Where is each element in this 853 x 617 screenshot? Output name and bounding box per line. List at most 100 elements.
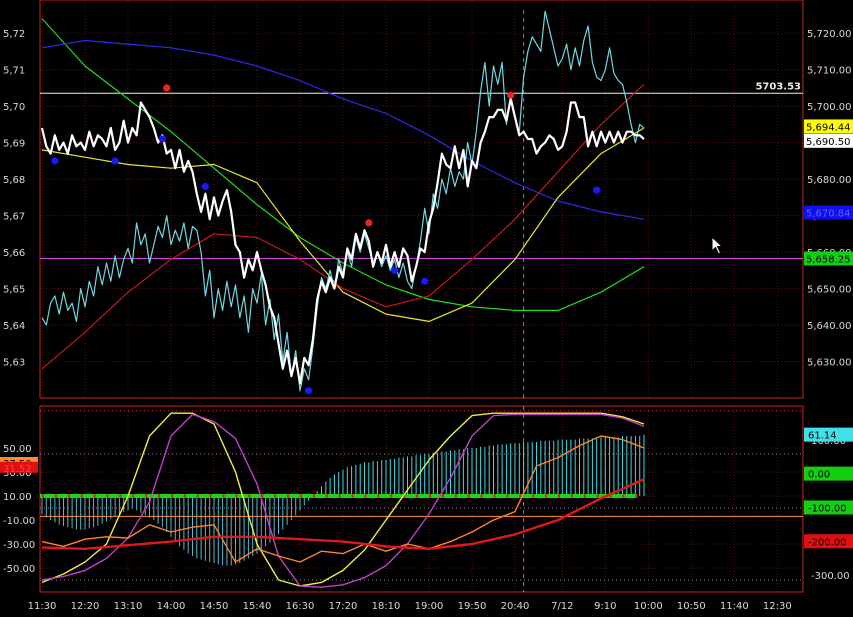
x-axis-tick-label: 17:20: [329, 601, 358, 612]
price-badge-label: 5,670.84: [806, 209, 851, 220]
y-axis-tick-label-left: 5,72: [3, 29, 25, 40]
oscillator-badge-right-label: -100.00: [808, 503, 847, 514]
zero-band-tick: [596, 494, 599, 498]
mouse-cursor-icon: [711, 236, 724, 255]
zero-band-tick: [545, 494, 548, 498]
zero-band-tick: [454, 494, 457, 498]
signal-dot: [391, 266, 399, 274]
zero-band-tick: [119, 494, 122, 498]
price-badge-label: 5,694.44: [806, 122, 851, 133]
x-axis-tick-label: 11:40: [720, 601, 749, 612]
x-axis-tick-label: 12:20: [71, 601, 100, 612]
zero-band-tick: [390, 494, 393, 498]
zero-band-tick: [532, 494, 535, 498]
zero-band-tick: [93, 494, 96, 498]
y-axis-tick-label-right: 5,680.00: [807, 175, 852, 186]
x-axis-tick-label: 9:10: [594, 601, 616, 612]
zero-band-tick: [441, 494, 444, 498]
y-axis-tick-label-left: 5,66: [3, 248, 25, 259]
zero-band-tick: [222, 494, 225, 498]
x-axis-tick-label: 7/12: [551, 601, 573, 612]
trading-chart: 5703.53 5,72 5,71 5,70 5,69 5,68 5,67 5,66 5,65 5…: [0, 0, 853, 613]
zero-band-tick: [80, 494, 83, 498]
chart-canvas: 5703.53 5,72 5,71 5,70 5,69 5,68 5,67 5,66 5,65 5…: [0, 0, 853, 612]
x-axis-tick-label: 14:50: [200, 601, 229, 612]
y-axis-tick-label-right: 5,720.00: [807, 29, 852, 40]
zero-band-tick: [558, 494, 560, 498]
price-badge-label: 5,690.50: [806, 137, 851, 148]
signal-dot: [111, 157, 119, 165]
x-axis-tick-label: 16:30: [286, 601, 315, 612]
zero-band-tick: [287, 494, 290, 498]
signal-dot: [305, 387, 313, 395]
signal-dot: [163, 84, 171, 92]
y-axis-tick-label-left: 5,64: [3, 321, 25, 332]
y-axis-tick-label-right: 5,650.00: [807, 285, 852, 296]
zero-band-tick: [67, 494, 70, 498]
oscillator-tick-label-right: -300.00: [811, 571, 850, 582]
zero-band-tick: [171, 494, 173, 498]
signal-dot: [507, 91, 515, 99]
oscillator-panel-frame: [39, 405, 804, 593]
y-axis-tick-label-left: 5,71: [3, 66, 25, 77]
y-axis-tick-label-left: 5,70: [3, 102, 25, 113]
zero-band-tick: [416, 494, 419, 498]
x-axis-tick-label: 20:40: [501, 601, 530, 612]
x-axis-tick-label: 15:40: [243, 601, 272, 612]
y-axis-tick-label-right: 5,640.00: [807, 321, 852, 332]
zero-band-tick: [570, 494, 573, 498]
zero-band-tick: [506, 494, 509, 498]
price-series-line: [41, 10, 645, 392]
x-axis-tick-label: 12:30: [763, 601, 792, 612]
zero-band-tick: [583, 494, 586, 498]
price-level-label: 5703.53: [755, 81, 801, 92]
oscillator-tick-label-left: -10.00: [3, 516, 35, 527]
zero-band-tick: [325, 494, 328, 498]
oscillator-tick-label-left: -50.00: [3, 564, 35, 575]
y-axis-tick-label-left: 5,67: [3, 212, 25, 223]
zero-band-tick: [622, 494, 625, 498]
signal-dot: [593, 186, 601, 194]
oscillator-badge-right-label: 0.00: [808, 470, 830, 481]
price-panel-frame: [39, 0, 804, 399]
x-axis-tick-label: 19:50: [458, 601, 487, 612]
oscillator-tick-label-left: -30.00: [3, 540, 35, 551]
zero-band-tick: [235, 494, 238, 498]
y-axis-tick-label-right: 5,630.00: [807, 358, 852, 369]
zero-band-tick: [480, 494, 483, 498]
zero-band-tick: [429, 494, 431, 498]
zero-band-tick: [106, 494, 109, 498]
zero-band-tick: [183, 494, 186, 498]
zero-band-tick: [158, 494, 161, 498]
zero-band-tick: [377, 494, 380, 498]
oscillator-badge-left-label: 31.52: [3, 464, 32, 475]
zero-band-tick: [248, 494, 251, 498]
zero-band-tick: [145, 494, 148, 498]
x-axis-tick-label: 19:00: [415, 601, 444, 612]
y-axis-tick-label-left: 5,68: [3, 175, 25, 186]
zero-band-tick: [196, 494, 199, 498]
zero-band-tick: [351, 494, 354, 498]
zero-band-tick: [635, 494, 638, 498]
oscillator-tick-label-left: 50.00: [3, 444, 32, 455]
zero-band-tick: [364, 494, 367, 498]
zero-band-tick: [493, 494, 496, 498]
y-axis-tick-label-left: 5,65: [3, 285, 25, 296]
x-axis-tick-label: 13:10: [114, 601, 143, 612]
zero-band-tick: [54, 494, 57, 498]
zero-band-tick: [312, 494, 315, 498]
x-axis-tick-label: 10:00: [634, 601, 663, 612]
signal-dot: [51, 157, 59, 165]
y-axis-tick-label-right: 5,710.00: [807, 66, 852, 77]
x-axis-tick-label: 11:30: [28, 601, 57, 612]
oscillator-badge-right-label: -200.00: [808, 537, 847, 548]
price-badge-label: 5,658.25: [806, 254, 851, 265]
zero-band-tick: [132, 494, 135, 498]
x-axis-tick-label: 18:10: [372, 601, 401, 612]
zero-band-tick: [338, 494, 341, 498]
oscillator-badge-right-label: 61.14: [808, 431, 837, 442]
y-axis-tick-label-right: 5,700.00: [807, 102, 852, 113]
zero-band-tick: [467, 494, 470, 498]
y-axis-tick-label-left: 5,63: [3, 358, 25, 369]
signal-dot: [201, 182, 209, 191]
